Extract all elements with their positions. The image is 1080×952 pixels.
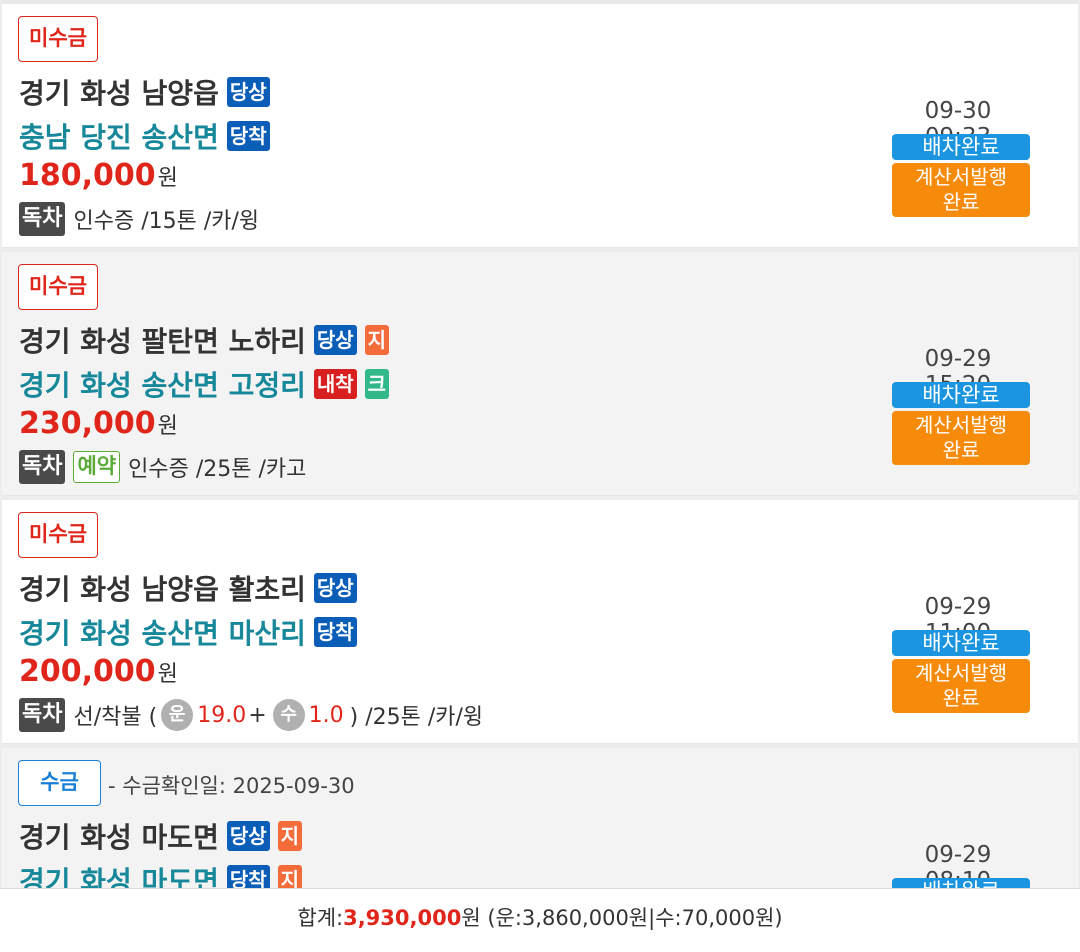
price-unit: 원 bbox=[157, 165, 178, 191]
summary-footer: 합계:3,930,000원 (운:3,860,000원|수:70,000원) bbox=[0, 888, 1080, 952]
price-line: 200,000 원 bbox=[19, 654, 178, 689]
origin-line: 경기 화성 팔탄면 노하리 당상 지 bbox=[19, 320, 397, 360]
order-info: 인수증 /15톤 /카/윙 bbox=[73, 209, 260, 234]
price-value: 180,000 bbox=[19, 158, 156, 193]
summary-label: 합계: bbox=[297, 906, 344, 930]
truck-type-badge: 독차 bbox=[19, 450, 66, 484]
invoice-status-badge: 계산서발행 완료 bbox=[892, 163, 1030, 217]
destination-line: 경기 화성 송산면 마산리 당착 bbox=[19, 612, 365, 652]
invoice-status-line1: 계산서발행 bbox=[915, 165, 1007, 189]
size-badge: 크 bbox=[364, 369, 390, 399]
summary-total: 3,930,000 bbox=[343, 906, 462, 930]
destination-address: 충남 당진 송산면 bbox=[19, 121, 219, 154]
load-type-badge: 당상 bbox=[226, 821, 270, 851]
price-line: 180,000 원 bbox=[19, 158, 178, 193]
unload-type-badge: 당착 bbox=[226, 865, 270, 888]
payment-method: 선/착불 ( bbox=[73, 705, 158, 730]
destination-line: 경기 화성 송산면 고정리 내착 크 bbox=[19, 364, 397, 404]
invoice-status-badge: 계산서발행 완료 bbox=[892, 659, 1030, 713]
designated-badge: 지 bbox=[364, 325, 390, 355]
price-unit: 원 bbox=[157, 661, 178, 687]
dispatch-status-badge: 배차완료 bbox=[892, 382, 1030, 408]
origin-line: 경기 화성 마도면 당상 지 bbox=[19, 816, 310, 856]
designated-badge: 지 bbox=[277, 865, 303, 888]
reservation-badge: 예약 bbox=[73, 451, 121, 483]
order-card[interactable]: 미수금 경기 화성 팔탄면 노하리 당상 지 경기 화성 송산면 고정리 내착 … bbox=[2, 252, 1078, 496]
paid-badge: 수금 bbox=[18, 760, 101, 806]
dispatch-status-badge: 배차완료 bbox=[892, 878, 1030, 888]
unload-type-badge: 내착 bbox=[313, 369, 357, 399]
price-line: 230,000 원 bbox=[19, 406, 178, 441]
summary-unit: 원 bbox=[461, 906, 481, 930]
load-type-badge: 당상 bbox=[226, 77, 270, 107]
dispatch-status-badge: 배차완료 bbox=[892, 630, 1030, 656]
order-info: 인수증 /25톤 /카고 bbox=[128, 457, 307, 482]
origin-address: 경기 화성 마도면 bbox=[19, 821, 219, 854]
destination-line: 경기 화성 마도면 당착 지 bbox=[19, 860, 310, 888]
unpaid-badge: 미수금 bbox=[18, 264, 98, 310]
load-type-badge: 당상 bbox=[313, 573, 357, 603]
destination-address: 경기 화성 송산면 마산리 bbox=[19, 617, 306, 650]
order-card[interactable]: 미수금 경기 화성 남양읍 당상 충남 당진 송산면 당착 180,000 원 독… bbox=[2, 4, 1078, 248]
order-card[interactable]: 미수금 경기 화성 남양읍 활초리 당상 경기 화성 송산면 마산리 당착 20… bbox=[2, 500, 1078, 744]
unload-type-badge: 당착 bbox=[226, 121, 270, 151]
designated-badge: 지 bbox=[277, 821, 303, 851]
info-line: 독차 인수증 /15톤 /카/윙 bbox=[19, 202, 259, 236]
fare-icon: 운 bbox=[161, 699, 194, 731]
origin-province: 경기 화성 남양읍 bbox=[19, 77, 219, 110]
truck-type-badge: 독차 bbox=[19, 202, 66, 236]
price-unit: 원 bbox=[157, 413, 178, 439]
origin-address: 경기 화성 팔탄면 노하리 bbox=[19, 325, 306, 358]
unload-type-badge: 당착 bbox=[313, 617, 357, 647]
order-card[interactable]: 수금 - 수금확인일: 2025-09-30 경기 화성 마도면 당상 지 경기… bbox=[2, 748, 1078, 888]
invoice-status-badge: 계산서발행 완료 bbox=[892, 411, 1030, 465]
origin-line: 경기 화성 남양읍 당상 bbox=[19, 72, 278, 112]
info-line: 독차 선/착불 ( 운 19.0 + 수 1.0 ) /25톤 /카/윙 bbox=[19, 698, 483, 732]
invoice-status-line2: 완료 bbox=[942, 686, 980, 710]
fee-icon: 수 bbox=[272, 699, 305, 731]
price-value: 230,000 bbox=[19, 406, 156, 441]
unpaid-badge: 미수금 bbox=[18, 16, 98, 62]
unpaid-badge: 미수금 bbox=[18, 512, 98, 558]
destination-address: 경기 화성 송산면 고정리 bbox=[19, 369, 306, 402]
origin-address: 경기 화성 남양읍 활초리 bbox=[19, 573, 306, 606]
origin-line: 경기 화성 남양읍 활초리 당상 bbox=[19, 568, 365, 608]
truck-type-badge: 독차 bbox=[19, 698, 66, 732]
fee-value: 1.0 bbox=[308, 702, 344, 728]
invoice-status-line2: 완료 bbox=[942, 438, 980, 462]
payment-confirm-date: - 수금확인일: 2025-09-30 bbox=[108, 774, 355, 798]
destination-address: 경기 화성 마도면 bbox=[19, 865, 219, 888]
invoice-status-line2: 완료 bbox=[942, 190, 980, 214]
destination-line: 충남 당진 송산면 당착 bbox=[19, 116, 278, 156]
summary-detail: (운:3,860,000원|수:70,000원) bbox=[480, 906, 783, 930]
fare-value: 19.0 bbox=[197, 702, 247, 728]
invoice-status-line1: 계산서발행 bbox=[915, 413, 1007, 437]
price-value: 200,000 bbox=[19, 654, 156, 689]
load-type-badge: 당상 bbox=[313, 325, 357, 355]
dispatch-status-badge: 배차완료 bbox=[892, 134, 1030, 160]
info-line: 독차 예약 인수증 /25톤 /카고 bbox=[19, 450, 306, 484]
plus-sign: + bbox=[248, 702, 267, 728]
order-list[interactable]: 미수금 경기 화성 남양읍 당상 충남 당진 송산면 당착 180,000 원 독… bbox=[0, 0, 1080, 888]
invoice-status-line1: 계산서발행 bbox=[915, 661, 1007, 685]
order-info: ) /25톤 /카/윙 bbox=[349, 705, 484, 730]
